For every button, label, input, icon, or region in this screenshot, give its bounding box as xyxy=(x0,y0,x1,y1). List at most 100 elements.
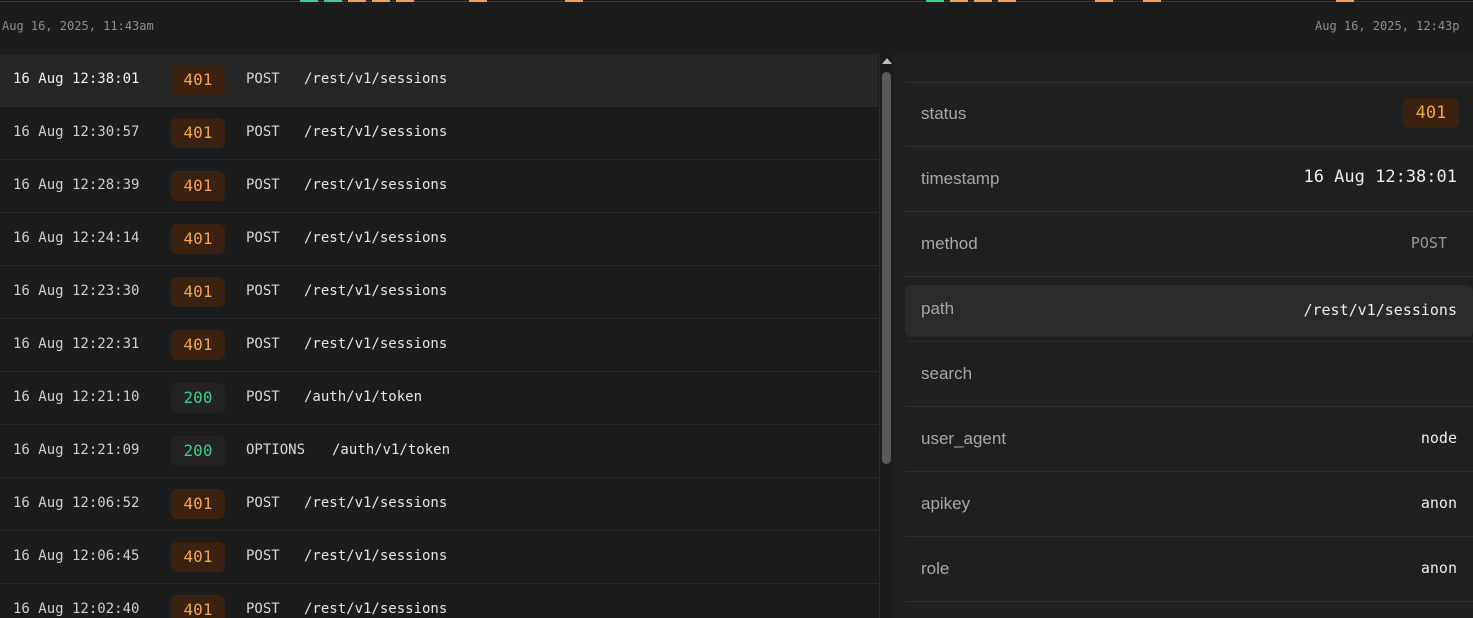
log-row[interactable]: 16 Aug 12:28:39 401 POST /rest/v1/sessio… xyxy=(0,160,878,213)
field-key: method xyxy=(921,234,978,253)
log-path: /rest/v1/sessions xyxy=(304,601,448,617)
log-method: POST xyxy=(246,71,280,87)
detail-field-apikey: apikey anon xyxy=(905,472,1473,537)
log-timestamp: 16 Aug 12:02:40 xyxy=(13,601,140,617)
log-method: POST xyxy=(246,336,280,352)
field-value: node xyxy=(1420,429,1457,447)
status-badge: 200 xyxy=(171,383,225,413)
timeline-bar-success[interactable] xyxy=(926,0,944,2)
timeline-start-label: Aug 16, 2025, 11:43am xyxy=(2,19,154,33)
timeline-baseline xyxy=(0,1,1473,2)
log-timestamp: 16 Aug 12:38:01 xyxy=(13,71,140,87)
log-row[interactable]: 16 Aug 12:02:40 401 POST /rest/v1/sessio… xyxy=(0,584,878,618)
log-timestamp: 16 Aug 12:06:52 xyxy=(13,495,140,511)
log-timestamp: 16 Aug 12:22:31 xyxy=(13,336,140,352)
field-value: anon xyxy=(1420,494,1457,512)
field-key: search xyxy=(921,364,973,383)
log-row[interactable]: 16 Aug 12:06:52 401 POST /rest/v1/sessio… xyxy=(0,478,878,531)
log-method: POST xyxy=(246,548,280,564)
scroll-up-arrow-icon[interactable] xyxy=(882,58,892,64)
field-key: status xyxy=(921,104,967,123)
status-badge: 401 xyxy=(171,65,225,95)
timeline-bar-error[interactable] xyxy=(469,0,487,2)
detail-field-method: method POST xyxy=(905,212,1473,277)
timeline-bar-success[interactable] xyxy=(300,0,318,2)
log-method: POST xyxy=(246,230,280,246)
log-method: POST xyxy=(246,389,280,405)
detail-field-user-agent: user_agent node xyxy=(905,407,1473,472)
log-timestamp: 16 Aug 12:30:57 xyxy=(13,124,140,140)
log-path: /rest/v1/sessions xyxy=(304,177,448,193)
field-key: timestamp xyxy=(921,169,1000,188)
log-list-scrollbar[interactable] xyxy=(879,54,893,618)
log-detail-panel: status 401 timestamp 16 Aug 12:38:01 met… xyxy=(893,54,1473,618)
timeline-bar-error[interactable] xyxy=(998,0,1016,2)
field-value: /rest/v1/sessions xyxy=(1303,301,1457,319)
scroll-thumb[interactable] xyxy=(882,72,891,464)
field-key: user_agent xyxy=(921,429,1007,448)
status-badge: 401 xyxy=(171,277,225,307)
log-timestamp: 16 Aug 12:06:45 xyxy=(13,548,140,564)
log-row[interactable]: 16 Aug 12:30:57 401 POST /rest/v1/sessio… xyxy=(0,107,878,160)
log-path: /rest/v1/sessions xyxy=(304,124,448,140)
timeline-bar-success[interactable] xyxy=(324,0,342,2)
detail-field-search: search xyxy=(905,342,1473,407)
log-row[interactable]: 16 Aug 12:24:14 401 POST /rest/v1/sessio… xyxy=(0,213,878,266)
timeline-bar-error[interactable] xyxy=(565,0,583,2)
timeline-chart[interactable]: Aug 16, 2025, 11:43am Aug 16, 2025, 12:4… xyxy=(0,0,1473,55)
field-value: 16 Aug 12:38:01 xyxy=(1303,167,1457,187)
log-method: POST xyxy=(246,124,280,140)
detail-header xyxy=(905,54,1473,83)
log-timestamp: 16 Aug 12:21:10 xyxy=(13,389,140,405)
status-badge: 401 xyxy=(171,330,225,360)
log-path: /rest/v1/sessions xyxy=(304,283,448,299)
status-badge: 401 xyxy=(171,489,225,519)
timeline-bar-error[interactable] xyxy=(1336,0,1354,2)
status-badge: 401 xyxy=(171,542,225,572)
log-method: POST xyxy=(246,601,280,617)
detail-field-timestamp: timestamp 16 Aug 12:38:01 xyxy=(905,147,1473,212)
timeline-bar-error[interactable] xyxy=(1143,0,1161,2)
status-badge: 401 xyxy=(171,118,225,148)
field-key: apikey xyxy=(921,494,971,513)
log-timestamp: 16 Aug 12:21:09 xyxy=(13,442,140,458)
field-value: anon xyxy=(1420,559,1457,577)
log-row[interactable]: 16 Aug 12:38:01 401 POST /rest/v1/sessio… xyxy=(0,54,878,107)
timeline-bar-error[interactable] xyxy=(396,0,414,2)
log-row[interactable]: 16 Aug 12:22:31 401 POST /rest/v1/sessio… xyxy=(0,319,878,372)
status-badge: 401 xyxy=(171,171,225,201)
log-method: POST xyxy=(246,495,280,511)
status-badge: 401 xyxy=(1403,98,1459,128)
timeline-bar-error[interactable] xyxy=(348,0,366,2)
log-row[interactable]: 16 Aug 12:23:30 401 POST /rest/v1/sessio… xyxy=(0,266,878,319)
timeline-bar-error[interactable] xyxy=(372,0,390,2)
log-method: POST xyxy=(246,283,280,299)
log-timestamp: 16 Aug 12:24:14 xyxy=(13,230,140,246)
log-path: /rest/v1/sessions xyxy=(304,71,448,87)
timeline-bar-error[interactable] xyxy=(1095,0,1113,2)
log-method: POST xyxy=(246,177,280,193)
timeline-bar-error[interactable] xyxy=(974,0,992,2)
log-row[interactable]: 16 Aug 12:21:09 200 OPTIONS /auth/v1/tok… xyxy=(0,425,878,478)
log-path: /auth/v1/token xyxy=(304,389,423,405)
status-badge: 200 xyxy=(171,436,225,466)
field-value: POST xyxy=(1410,234,1447,252)
log-path: /auth/v1/token xyxy=(332,442,451,458)
field-key: role xyxy=(921,559,950,578)
log-row[interactable]: 16 Aug 12:21:10 200 POST /auth/v1/token xyxy=(0,372,878,425)
log-list: 16 Aug 12:38:01 401 POST /rest/v1/sessio… xyxy=(0,54,878,618)
log-path: /rest/v1/sessions xyxy=(304,336,448,352)
status-badge: 401 xyxy=(171,595,225,618)
timeline-bar-error[interactable] xyxy=(950,0,968,2)
log-row[interactable]: 16 Aug 12:06:45 401 POST /rest/v1/sessio… xyxy=(0,531,878,584)
log-method: OPTIONS xyxy=(246,442,306,458)
detail-field-path[interactable]: path /rest/v1/sessions xyxy=(905,277,1473,342)
log-path: /rest/v1/sessions xyxy=(304,230,448,246)
log-timestamp: 16 Aug 12:23:30 xyxy=(13,283,140,299)
log-timestamp: 16 Aug 12:28:39 xyxy=(13,177,140,193)
field-key: path xyxy=(921,299,955,318)
log-path: /rest/v1/sessions xyxy=(304,495,448,511)
status-badge: 401 xyxy=(171,224,225,254)
detail-field-role: role anon xyxy=(905,537,1473,602)
log-path: /rest/v1/sessions xyxy=(304,548,448,564)
